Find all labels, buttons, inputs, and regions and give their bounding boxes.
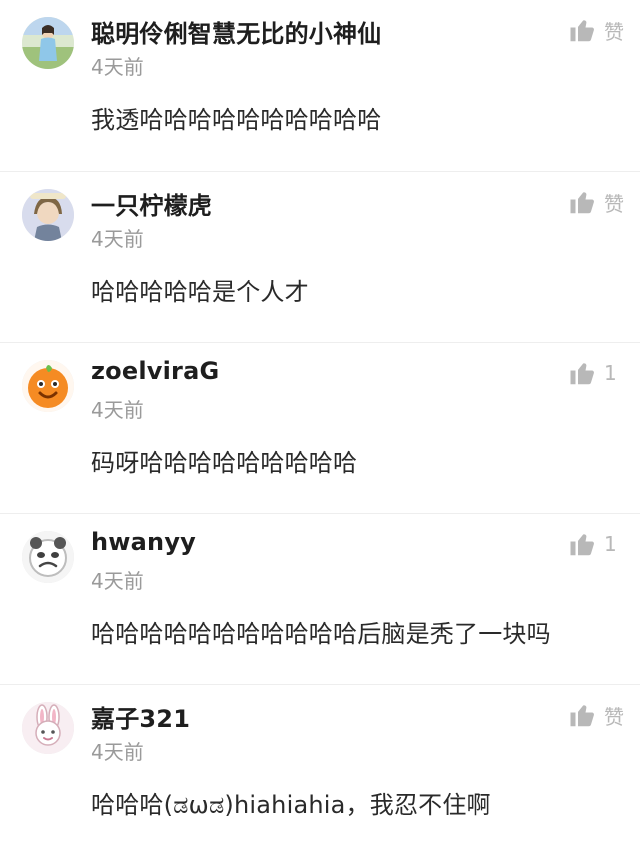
cartoon-girl-avatar-icon (22, 189, 74, 241)
thumb-up-icon (570, 363, 594, 385)
panda-meme-avatar-icon (22, 531, 74, 583)
comment-time: 4天前 (91, 55, 144, 79)
like-count: 赞 (604, 191, 624, 216)
comment-item: 一只柠檬虎 4天前 赞 哈哈哈哈哈是个人才 (0, 171, 640, 343)
comment-text: 哈哈哈(ಡωಡ)hiahiahia，我忍不住啊 (91, 791, 491, 819)
thumb-up-icon (570, 705, 594, 727)
thumb-up-icon (570, 534, 594, 556)
username[interactable]: zoelviraG (91, 357, 219, 385)
orange-mascot-avatar-icon (22, 360, 74, 412)
comment-text: 我透哈哈哈哈哈哈哈哈哈哈 (91, 106, 382, 134)
avatar[interactable] (22, 189, 74, 241)
comment-text: 哈哈哈哈哈是个人才 (91, 278, 309, 306)
username[interactable]: 嘉子321 (91, 699, 190, 734)
like-button[interactable]: 赞 (568, 186, 626, 218)
comment-time: 4天前 (91, 740, 144, 764)
like-count: 赞 (604, 704, 624, 729)
username[interactable]: hwanyy (91, 528, 196, 556)
like-button[interactable]: 赞 (568, 699, 626, 731)
username[interactable]: 一只柠檬虎 (91, 186, 212, 221)
girl-in-field-avatar-icon (22, 17, 74, 69)
comment-time: 4天前 (91, 398, 144, 422)
thumb-up-icon (570, 20, 594, 42)
thumb-up-icon (570, 192, 594, 214)
like-count: 赞 (604, 19, 624, 44)
comment-item: zoelviraG 4天前 1 码呀哈哈哈哈哈哈哈哈哈 (0, 342, 640, 514)
like-button[interactable]: 赞 (568, 14, 626, 46)
username[interactable]: 聪明伶俐智慧无比的小神仙 (91, 14, 381, 49)
comment-time: 4天前 (91, 227, 144, 251)
comment-text: 哈哈哈哈哈哈哈哈哈哈哈后脑是秃了一块吗 (91, 620, 551, 648)
like-button[interactable]: 1 (568, 357, 626, 389)
like-button[interactable]: 1 (568, 528, 626, 560)
comment-item: hwanyy 4天前 1 哈哈哈哈哈哈哈哈哈哈哈后脑是秃了一块吗 (0, 513, 640, 685)
avatar[interactable] (22, 531, 74, 583)
avatar[interactable] (22, 360, 74, 412)
like-count: 1 (604, 361, 617, 385)
avatar[interactable] (22, 17, 74, 69)
comment-item: 嘉子321 4天前 赞 哈哈哈(ಡωಡ)hiahiahia，我忍不住啊 (0, 684, 640, 856)
comment-text: 码呀哈哈哈哈哈哈哈哈哈 (91, 449, 358, 477)
like-count: 1 (604, 532, 617, 556)
avatar[interactable] (22, 702, 74, 754)
bunny-avatar-icon (22, 702, 74, 754)
comment-list: 聪明伶俐智慧无比的小神仙 4天前 赞 我透哈哈哈哈哈哈哈哈哈哈 一只柠檬虎 4天… (0, 0, 640, 838)
comment-item: 聪明伶俐智慧无比的小神仙 4天前 赞 我透哈哈哈哈哈哈哈哈哈哈 (0, 0, 640, 171)
comment-time: 4天前 (91, 569, 144, 593)
